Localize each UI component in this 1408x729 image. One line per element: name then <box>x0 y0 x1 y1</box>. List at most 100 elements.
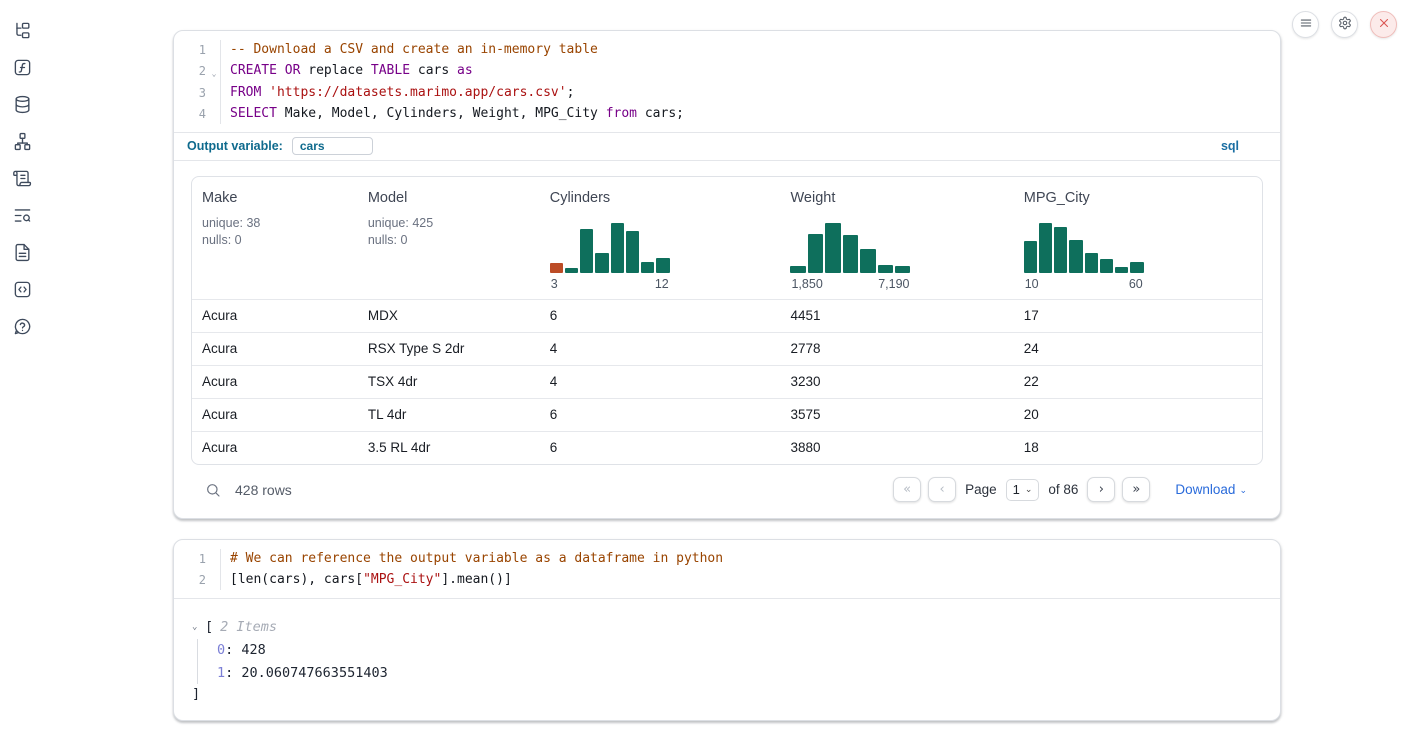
python-cell: 1# We can reference the output variable … <box>173 539 1281 721</box>
histogram-bar <box>1039 223 1052 273</box>
code-token: cars <box>410 63 457 78</box>
last-page-button[interactable]: » <box>1122 477 1150 502</box>
code-token: -- Download a CSV and create an in-memor… <box>230 42 598 57</box>
row-count: 428 rows <box>235 482 292 498</box>
table-row[interactable]: Acura3.5 RL 4dr6388018 <box>192 431 1262 464</box>
column-histogram[interactable]: 1,8507,190 <box>790 223 910 291</box>
first-page-button[interactable]: « <box>893 477 921 502</box>
table-footer: 428 rows « ‹ Page 1 ⌄ of 86 › » Download… <box>191 465 1263 508</box>
code-token: Make, Model, Cylinders, Weight, MPG_City <box>277 106 606 121</box>
python-cell-output: ⌄ [ 2 Items 0: 4281: 20.060747663551403 … <box>174 598 1280 720</box>
histogram-bar <box>1024 241 1037 273</box>
page-select[interactable]: 1 ⌄ <box>1006 479 1040 501</box>
sidebar-item-scratchpad[interactable] <box>9 168 35 192</box>
column-label: Make <box>202 190 348 206</box>
download-button[interactable]: Download ⌄ <box>1175 482 1247 497</box>
sql-code-editor[interactable]: 1-- Download a CSV and create an in-memo… <box>174 31 1280 132</box>
tree-entry: 0: 428 <box>217 639 1262 662</box>
column-label: Weight <box>790 190 1003 206</box>
histogram-bar <box>656 258 669 273</box>
tree-root[interactable]: ⌄ [ 2 Items <box>192 619 1262 635</box>
sidebar-item-file-explorer[interactable] <box>9 20 35 44</box>
page-label: Page <box>965 482 997 497</box>
code-text: -- Download a CSV and create an in-memor… <box>221 40 598 61</box>
sidebar-item-logs[interactable] <box>9 205 35 229</box>
column-header-model[interactable]: Modelunique: 425nulls: 0 <box>358 177 540 299</box>
code-line: 4SELECT Make, Model, Cylinders, Weight, … <box>184 104 1280 125</box>
code-line: 3FROM 'https://datasets.marimo.app/cars.… <box>184 83 1280 104</box>
code-token: 'https://datasets.marimo.app/cars.csv' <box>269 85 566 100</box>
search-icon[interactable] <box>205 482 221 498</box>
last-page-icon: » <box>1132 482 1140 497</box>
output-variable-row: Output variable: sql <box>174 132 1280 160</box>
sidebar-item-help[interactable] <box>9 316 35 340</box>
output-variable-input[interactable] <box>292 137 373 155</box>
histogram-bar <box>895 266 910 273</box>
sidebar-item-variables[interactable] <box>9 57 35 81</box>
chevron-down-icon: ⌄ <box>1239 483 1247 496</box>
code-token <box>261 85 269 100</box>
tree-collapse-icon[interactable]: ⌄ <box>192 622 205 632</box>
sidebar-item-dependency-graph[interactable] <box>9 131 35 155</box>
sidebar-item-documentation[interactable] <box>9 242 35 266</box>
table-body: AcuraMDX6445117AcuraRSX Type S 2dr427782… <box>192 299 1262 464</box>
python-code-editor[interactable]: 1# We can reference the output variable … <box>174 540 1280 598</box>
histogram-bars <box>790 223 910 273</box>
histogram-bar <box>1054 227 1067 273</box>
code-token: as <box>457 63 473 78</box>
table-cell: Acura <box>192 399 358 431</box>
notebook-menu-button[interactable] <box>1292 11 1319 38</box>
fold-gutter <box>208 570 221 591</box>
fold-gutter <box>208 104 221 125</box>
column-histogram[interactable]: 1060 <box>1024 223 1144 291</box>
code-token: ; <box>567 85 575 100</box>
pagination: « ‹ Page 1 ⌄ of 86 › » Download ⌄ <box>893 477 1259 502</box>
histogram-bar <box>790 266 805 273</box>
table-cell: Acura <box>192 300 358 332</box>
sidebar-item-datasources[interactable] <box>9 94 35 118</box>
table-cell: TSX 4dr <box>358 366 540 398</box>
column-histogram[interactable]: 312 <box>550 223 670 291</box>
code-token: TABLE <box>371 63 410 78</box>
tree-entry-value: 428 <box>241 642 265 658</box>
table-row[interactable]: AcuraMDX6445117 <box>192 299 1262 332</box>
code-text: [len(cars), cars["MPG_City"].mean()] <box>221 570 512 591</box>
prev-page-button[interactable]: ‹ <box>928 477 956 502</box>
tree-entry-value: 20.060747663551403 <box>241 665 387 681</box>
file-tree-icon <box>13 21 32 43</box>
tree-items-count: 2 Items <box>220 619 277 635</box>
column-header-weight[interactable]: Weight 1,8507,190 <box>780 177 1013 299</box>
column-stat: unique: 425 <box>368 215 530 232</box>
code-token: replace <box>300 63 370 78</box>
top-actions <box>1292 11 1397 38</box>
table-cell: 6 <box>540 399 781 431</box>
settings-button[interactable] <box>1331 11 1358 38</box>
table-row[interactable]: AcuraRSX Type S 2dr4277824 <box>192 332 1262 365</box>
table-row[interactable]: AcuraTL 4dr6357520 <box>192 398 1262 431</box>
gear-icon <box>1338 16 1352 33</box>
column-header-cylinders[interactable]: Cylinders312 <box>540 177 781 299</box>
next-page-button[interactable]: › <box>1087 477 1115 502</box>
column-header-mpg_city[interactable]: MPG_City1060 <box>1014 177 1262 299</box>
table-cell: Acura <box>192 333 358 365</box>
code-text: SELECT Make, Model, Cylinders, Weight, M… <box>221 104 684 125</box>
histogram-bar <box>808 234 823 273</box>
table-cell: 6 <box>540 432 781 464</box>
code-token: OR <box>285 63 301 78</box>
function-square-icon <box>13 58 32 80</box>
histogram-max-label: 60 <box>1129 277 1143 291</box>
scroll-icon <box>13 169 32 191</box>
sidebar-item-snippets[interactable] <box>9 279 35 303</box>
histogram-bars <box>1024 223 1144 273</box>
column-header-make[interactable]: Makeunique: 38nulls: 0 <box>192 177 358 299</box>
histogram-bar <box>1115 267 1128 273</box>
database-icon <box>13 95 32 117</box>
table-cell: 18 <box>1014 432 1262 464</box>
network-icon <box>13 132 32 154</box>
table-row[interactable]: AcuraTSX 4dr4323022 <box>192 365 1262 398</box>
tree-entries: 0: 4281: 20.060747663551403 <box>197 639 1262 684</box>
shutdown-button[interactable] <box>1370 11 1397 38</box>
fold-open-icon[interactable]: ⌄ <box>208 61 221 84</box>
table-cell: 4451 <box>780 300 1013 332</box>
code-token: cars; <box>637 106 684 121</box>
